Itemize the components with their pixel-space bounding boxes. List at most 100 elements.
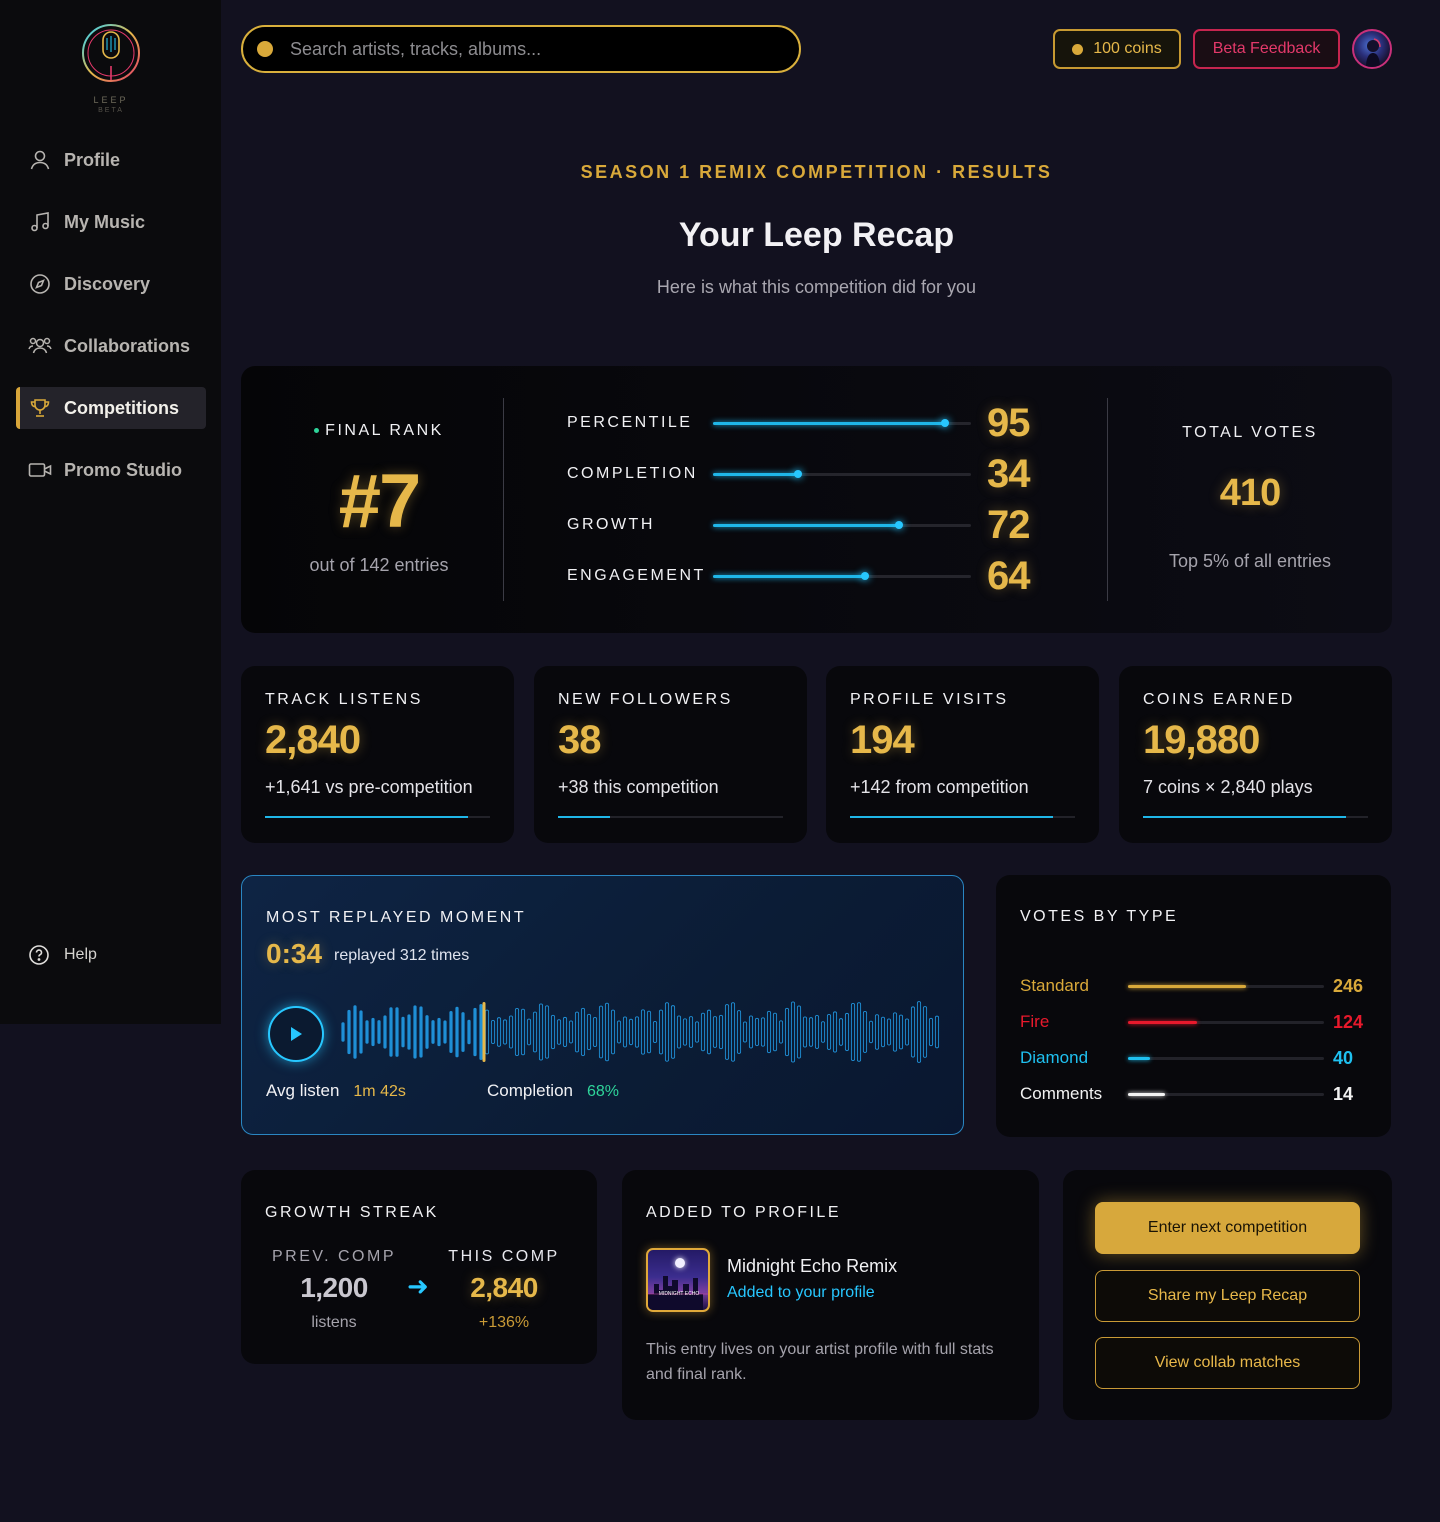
waveform-bar	[353, 1005, 357, 1059]
total-votes-label: TOTAL VOTES	[1182, 424, 1318, 441]
final-rank-sub: out of 142 entries	[309, 555, 449, 575]
stat-card-track-listens: TRACK LISTENS 2,840 +1,641 vs pre-compet…	[241, 666, 514, 843]
waveform-bar	[371, 1017, 375, 1047]
waveform-bar	[664, 1002, 670, 1062]
play-button[interactable]	[268, 1006, 324, 1062]
streak-label: GROWTH STREAK	[265, 1204, 439, 1221]
waveform-bar	[359, 1010, 363, 1054]
waveform-bar	[844, 1012, 850, 1052]
metric-engagement: ENGAGEMENT 64	[567, 553, 1047, 598]
coins-badge[interactable]: 100 coins	[1053, 29, 1181, 69]
sidebar-item-promo-studio[interactable]: Promo Studio	[16, 449, 206, 491]
leep-logo[interactable]: LEEP BETA	[78, 22, 144, 118]
waveform-bar	[904, 1018, 910, 1046]
waveform-bar	[808, 1017, 814, 1047]
replay-label: MOST REPLAYED MOMENT	[266, 909, 527, 926]
metric-track	[713, 470, 971, 478]
music-note-icon	[28, 210, 52, 234]
prev-comp-value: 1,200	[300, 1272, 368, 1303]
arrow-right-icon: ➜	[407, 1271, 429, 1301]
waveform-playhead	[482, 1002, 486, 1062]
waveform-bar	[616, 1020, 622, 1044]
this-comp-label: THIS COMP	[448, 1248, 560, 1265]
added-status-link[interactable]: Added to your profile	[727, 1284, 875, 1302]
help-link[interactable]: Help	[28, 944, 97, 966]
waveform-bar	[916, 1001, 922, 1063]
logo-beta-tag: BETA	[98, 107, 124, 114]
sidebar-item-profile[interactable]: Profile	[16, 139, 206, 181]
this-comp-value: 2,840	[470, 1272, 538, 1303]
sidebar: LEEP BETA Profile My Music Discovery Col…	[0, 0, 221, 1024]
vote-row-comments: Comments 14	[1020, 1079, 1368, 1109]
waveform-bar	[652, 1020, 658, 1044]
competition-eyebrow: SEASON 1 REMIX COMPETITION · RESULTS	[580, 162, 1053, 182]
waveform-bar	[455, 1006, 459, 1058]
vote-type-value: 40	[1333, 1047, 1354, 1068]
waveform-bar	[748, 1015, 754, 1049]
waveform-scrubber[interactable]	[340, 996, 940, 1068]
search-input[interactable]	[290, 38, 760, 60]
replay-timestamp: 0:34	[266, 938, 323, 969]
waveform-bar	[556, 1019, 562, 1045]
waveform-bar	[742, 1021, 748, 1043]
waveform-bar	[802, 1016, 808, 1048]
waveform-bar	[389, 1007, 393, 1057]
waveform-bar	[490, 1019, 496, 1045]
sidebar-item-discovery[interactable]: Discovery	[16, 263, 206, 305]
share-recap-button[interactable]: Share my Leep Recap	[1095, 1270, 1360, 1322]
sidebar-item-label: Discovery	[64, 273, 151, 294]
metric-value: 64	[987, 553, 1030, 598]
track-title[interactable]: Midnight Echo Remix	[727, 1256, 897, 1277]
search-icon	[257, 41, 273, 57]
stat-sub: +1,641 vs pre-competition	[265, 777, 473, 797]
vote-type-value: 246	[1333, 975, 1364, 996]
stat-value: 38	[558, 718, 601, 762]
mic-logo-icon	[82, 24, 140, 82]
stat-value: 2,840	[265, 718, 361, 762]
waveform-bar	[347, 1009, 351, 1055]
metric-value: 72	[987, 502, 1030, 547]
waveform-bar	[892, 1012, 898, 1052]
vote-type-name: Fire	[1020, 1012, 1050, 1031]
waveform-bar	[850, 1002, 856, 1062]
waveform-bar	[838, 1018, 844, 1046]
city-skyline-icon	[648, 1276, 708, 1310]
avatar[interactable]	[1352, 29, 1392, 69]
sidebar-item-my-music[interactable]: My Music	[16, 201, 206, 243]
waveform-bar	[580, 1007, 586, 1057]
stat-progress-bar	[850, 816, 1075, 818]
waveform-bar	[508, 1015, 514, 1049]
stat-sub: 7 coins × 2,840 plays	[1143, 777, 1313, 797]
waveform-bar	[520, 1008, 526, 1056]
metric-value: 95	[987, 400, 1030, 445]
metric-label: PERCENTILE	[567, 414, 693, 431]
sidebar-item-collaborations[interactable]: Collaborations	[16, 325, 206, 367]
waveform-bar	[868, 1020, 874, 1044]
sidebar-item-competitions[interactable]: Competitions	[16, 387, 206, 429]
waveform-bar	[760, 1017, 766, 1047]
waveform-bar	[694, 1021, 700, 1043]
waveform-bar	[670, 1005, 676, 1059]
track-cover-art[interactable]: MIDNIGHT ECHO	[646, 1248, 710, 1312]
waveform-bar	[479, 1004, 483, 1060]
stat-progress-bar	[558, 816, 783, 818]
replay-count: replayed 312 times	[334, 947, 470, 964]
metric-label: GROWTH	[567, 516, 655, 533]
view-collab-matches-button[interactable]: View collab matches	[1095, 1337, 1360, 1389]
video-camera-icon	[28, 458, 52, 482]
waveform-bar	[413, 1005, 417, 1059]
waveform-bar	[862, 1011, 868, 1053]
waveform-bar	[467, 1019, 471, 1045]
enter-next-competition-button[interactable]: Enter next competition	[1095, 1202, 1360, 1254]
waveform-bar	[718, 1014, 724, 1050]
added-to-profile-card: ADDED TO PROFILE MIDNIGHT ECHO Midnight …	[622, 1170, 1039, 1420]
waveform-bar	[874, 1014, 880, 1050]
vote-row-fire: Fire 124	[1020, 1007, 1368, 1037]
waveform-bar	[754, 1017, 760, 1047]
metric-completion: COMPLETION 34	[567, 452, 1047, 496]
waveform-bar	[658, 1009, 664, 1055]
beta-feedback-button[interactable]: Beta Feedback	[1193, 29, 1340, 69]
search-bar[interactable]	[241, 25, 801, 73]
vote-type-value: 14	[1333, 1083, 1354, 1104]
sidebar-item-label: Profile	[64, 149, 121, 170]
